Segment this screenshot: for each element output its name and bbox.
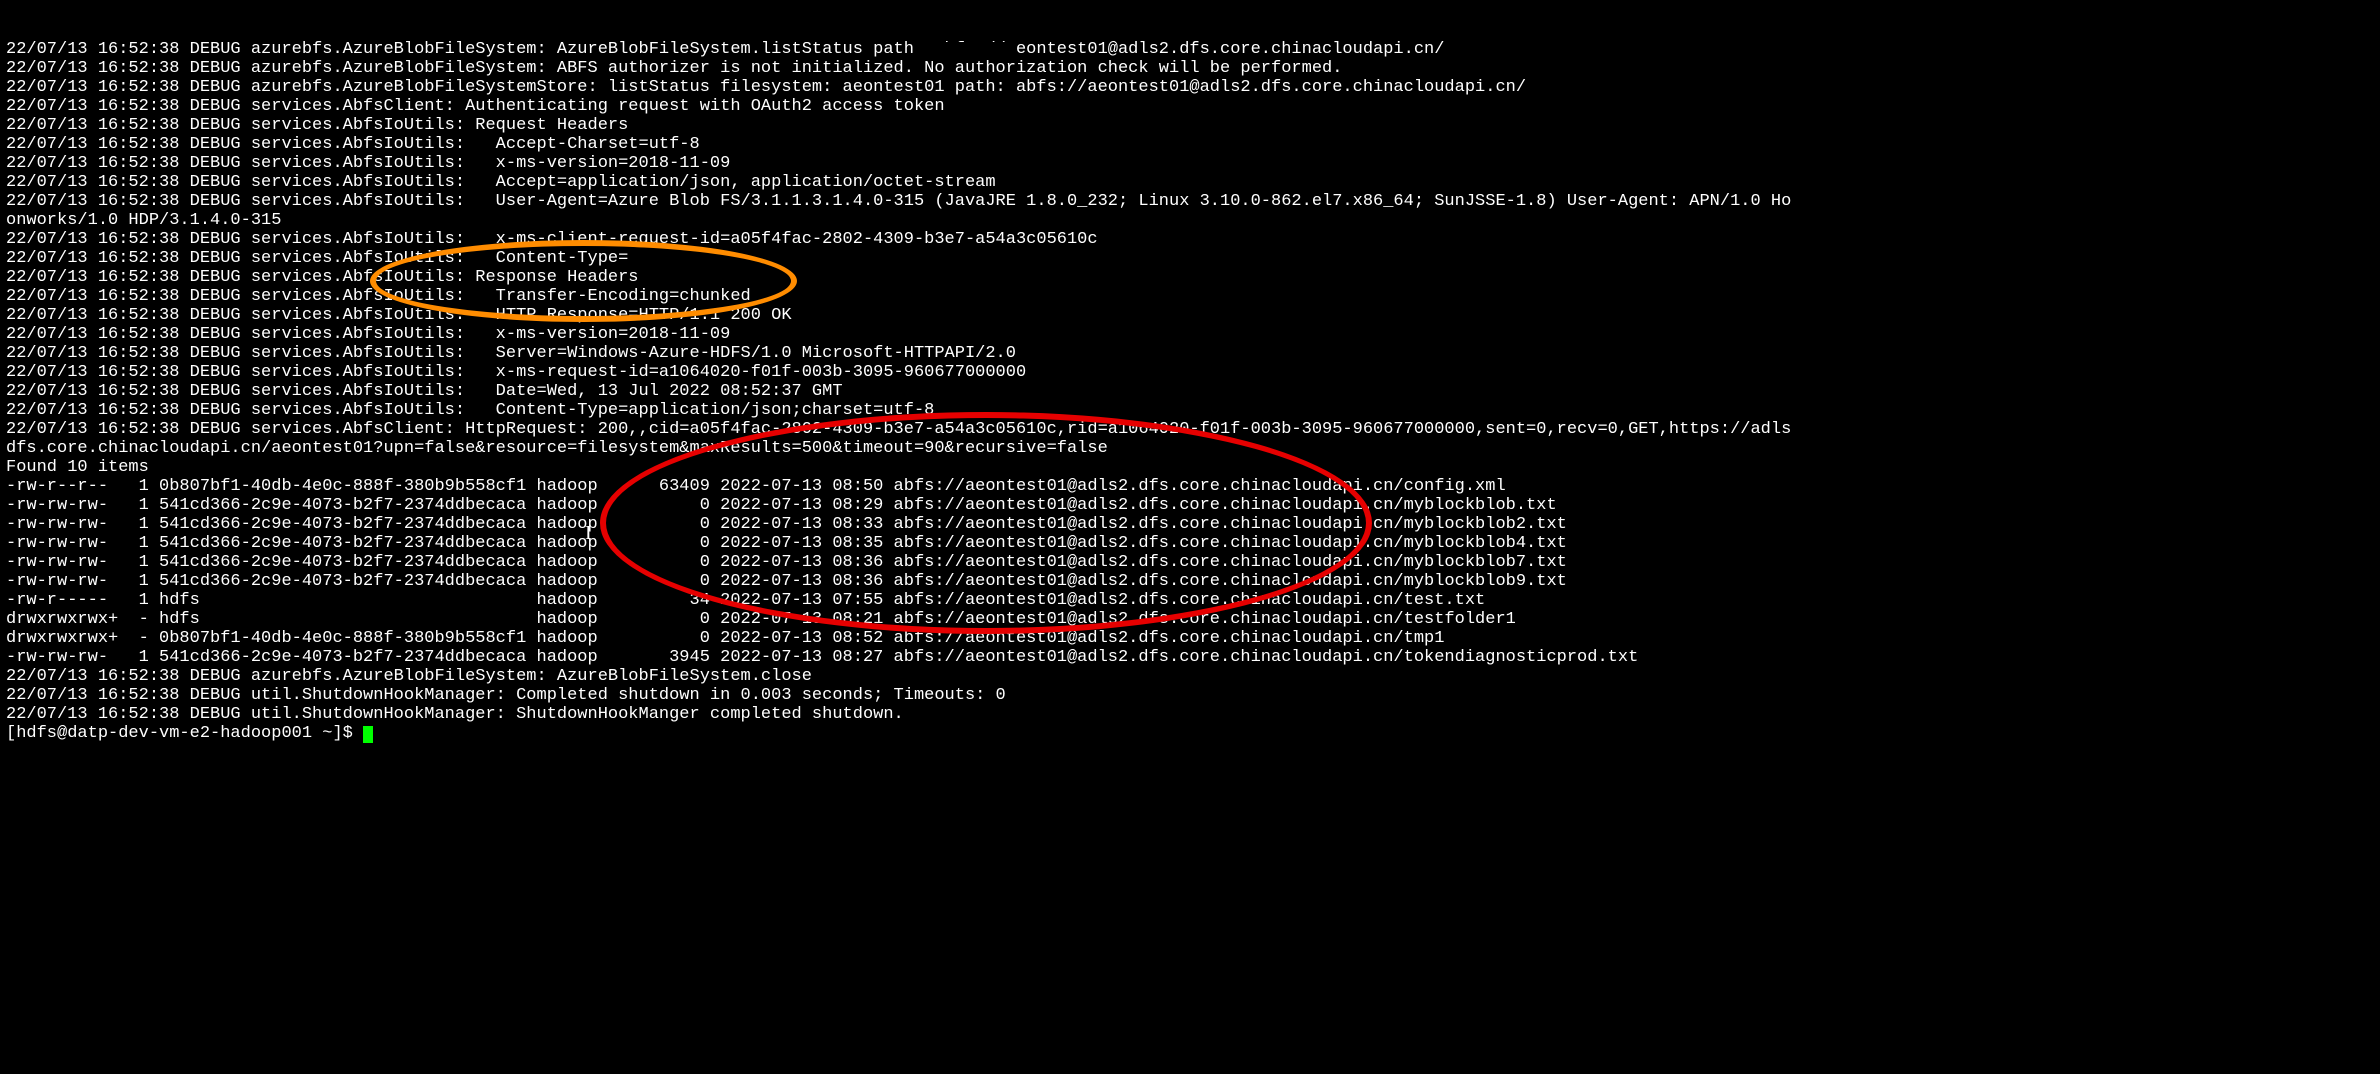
file-listing-row: -rw-rw-rw- 1 541cd366-2c9e-4073-b2f7-237… — [6, 515, 2374, 534]
log-line: 22/07/13 16:52:38 DEBUG util.ShutdownHoo… — [6, 686, 2374, 705]
redaction-patch — [858, 4, 958, 22]
log-line: 22/07/13 16:52:38 DEBUG services.AbfsIoU… — [6, 173, 2374, 192]
redaction-patch — [895, 23, 955, 41]
log-line: onworks/1.0 HDP/3.1.4.0-315 — [6, 211, 2374, 230]
log-line: 22/07/13 16:52:38 DEBUG services.AbfsIoU… — [6, 192, 2374, 211]
log-line: 22/07/13 16:52:38 DEBUG services.AbfsIoU… — [6, 230, 2374, 249]
log-line: 22/07/13 16:52:38 DEBUG services.AbfsIoU… — [6, 401, 2374, 420]
log-line: 22/07/13 16:52:38 DEBUG services.AbfsIoU… — [6, 135, 2374, 154]
log-line: 22/07/13 16:52:38 DEBUG azurebfs.AzureBl… — [6, 40, 2374, 59]
log-line: 22/07/13 16:52:38 DEBUG services.AbfsIoU… — [6, 249, 2374, 268]
log-line: 22/07/13 16:52:38 DEBUG services.AbfsIoU… — [6, 344, 2374, 363]
file-listing-row: -rw-r----- 1 hdfs hadoop 34 2022-07-13 0… — [6, 591, 2374, 610]
log-line: dfs.core.chinacloudapi.cn/aeontest01?upn… — [6, 439, 2374, 458]
log-line: 22/07/13 16:52:38 DEBUG util.ShutdownHoo… — [6, 705, 2374, 724]
prompt-text: [hdfs@datp-dev-vm-e2-hadoop001 ~]$ — [6, 724, 363, 743]
file-listing-row: -rw-rw-rw- 1 541cd366-2c9e-4073-b2f7-237… — [6, 496, 2374, 515]
log-line: 22/07/13 16:52:38 DEBUG services.AbfsIoU… — [6, 287, 2374, 306]
log-line: 22/07/13 16:52:38 DEBUG azurebfs.AzureBl… — [6, 78, 2374, 97]
file-listing-row: -rw-r--r-- 1 0b807bf1-40db-4e0c-888f-380… — [6, 477, 2374, 496]
file-listing-row: -rw-rw-rw- 1 541cd366-2c9e-4073-b2f7-237… — [6, 534, 2374, 553]
file-listing-row: -rw-rw-rw- 1 541cd366-2c9e-4073-b2f7-237… — [6, 572, 2374, 591]
log-line: 22/07/13 16:52:38 DEBUG azurebfs.AzureBl… — [6, 667, 2374, 686]
log-line: 22/07/13 16:52:38 DEBUG azurebfs.AzureBl… — [6, 59, 2374, 78]
file-listing-row: -rw-rw-rw- 1 541cd366-2c9e-4073-b2f7-237… — [6, 553, 2374, 572]
log-line: 22/07/13 16:52:38 DEBUG services.AbfsIoU… — [6, 268, 2374, 287]
log-line: 22/07/13 16:52:38 DEBUG services.AbfsIoU… — [6, 306, 2374, 325]
listing-header: Found 10 items — [6, 458, 2374, 477]
log-line: 22/07/13 16:52:38 DEBUG services.AbfsIoU… — [6, 325, 2374, 344]
log-line: 22/07/13 16:52:38 DEBUG services.AbfsIoU… — [6, 363, 2374, 382]
file-listing-row: drwxrwxrwx+ - 0b807bf1-40db-4e0c-888f-38… — [6, 629, 2374, 648]
log-line: 22/07/13 16:52:38 DEBUG services.AbfsIoU… — [6, 154, 2374, 173]
log-line: 22/07/13 16:52:38 DEBUG services.AbfsIoU… — [6, 382, 2374, 401]
log-line: 22/07/13 16:52:38 DEBUG services.AbfsCli… — [6, 420, 2374, 439]
cursor-block — [363, 726, 373, 743]
file-listing-row: drwxrwxrwx+ - hdfs hadoop 0 2022-07-13 0… — [6, 610, 2374, 629]
log-line: 22/07/13 16:52:38 DEBUG services.AbfsCli… — [6, 97, 2374, 116]
terminal-output[interactable]: 22/07/13 16:52:38 DEBUG azurebfs.AzureBl… — [0, 0, 2380, 992]
shell-prompt[interactable]: [hdfs@datp-dev-vm-e2-hadoop001 ~]$ — [6, 724, 2374, 743]
file-listing-row: -rw-rw-rw- 1 541cd366-2c9e-4073-b2f7-237… — [6, 648, 2374, 667]
log-line: 22/07/13 16:52:38 DEBUG services.AbfsIoU… — [6, 116, 2374, 135]
